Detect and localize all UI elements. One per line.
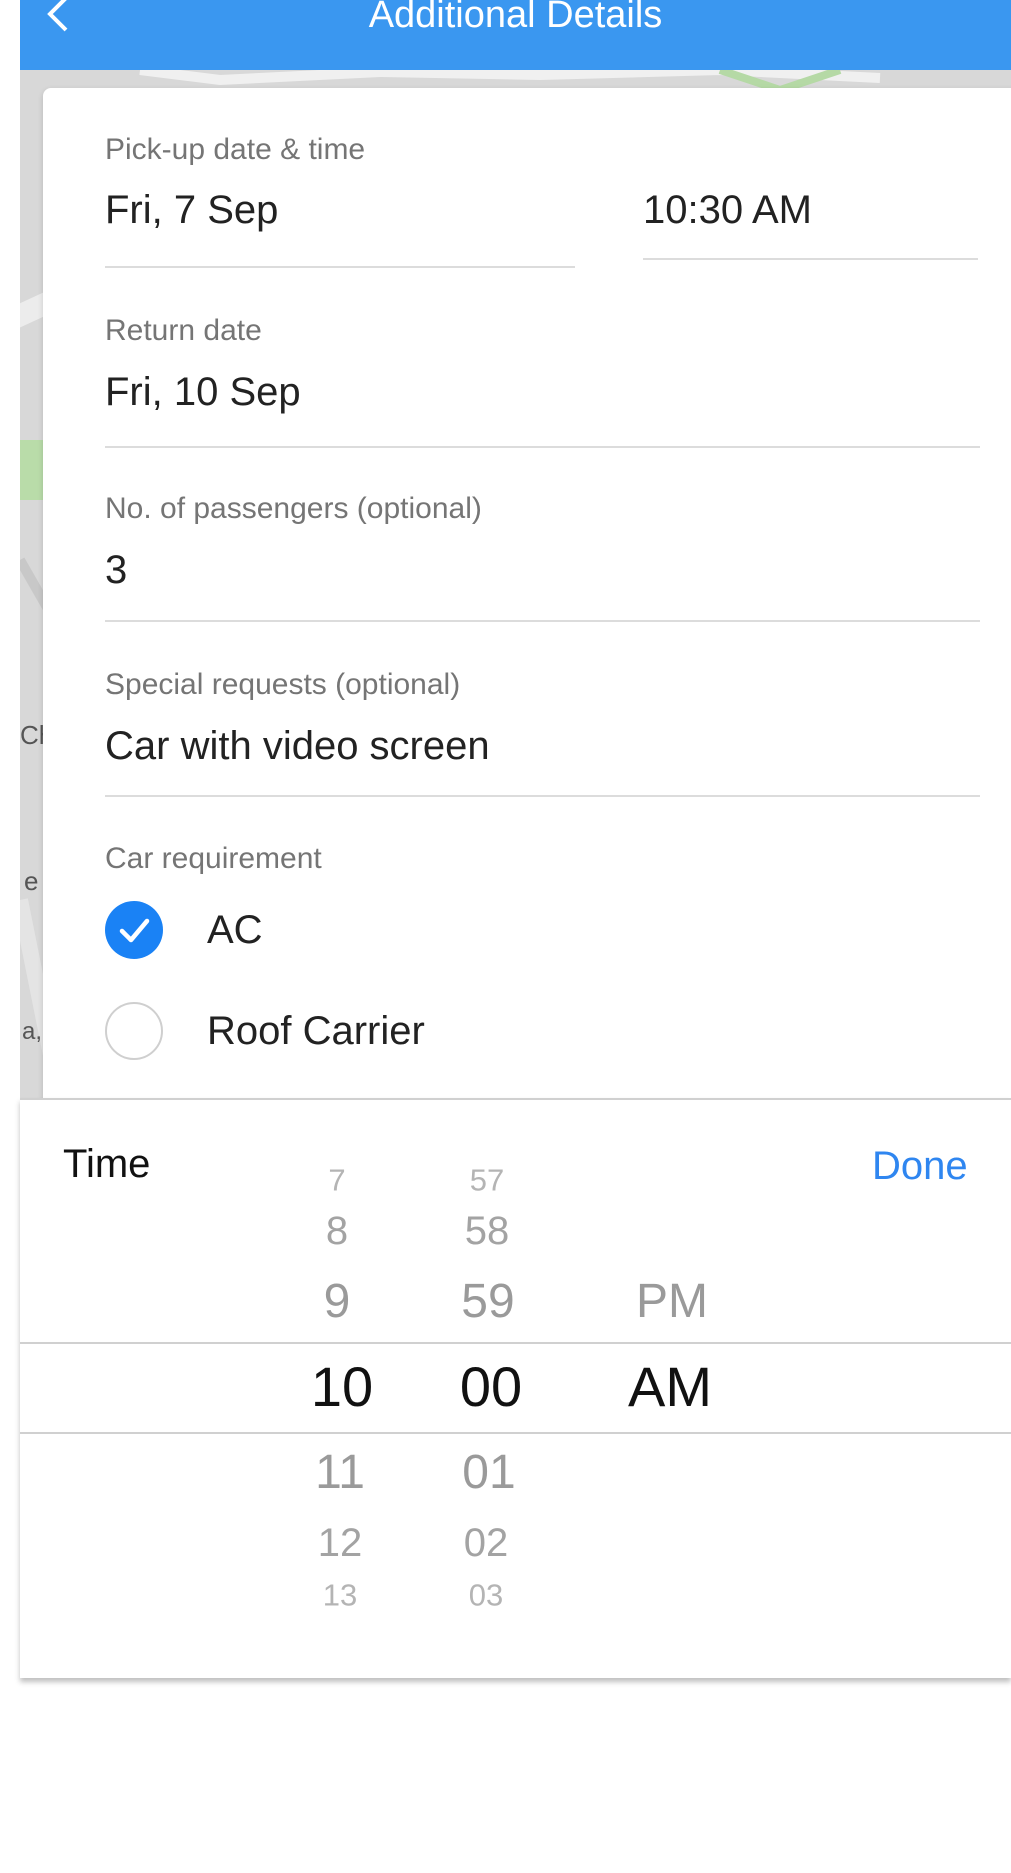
pickup-time-underline	[643, 258, 978, 260]
app-bar: Additional Details	[20, 0, 1011, 70]
passengers-underline	[105, 620, 980, 622]
done-button[interactable]: Done	[872, 1144, 968, 1189]
minute-option[interactable]: 03	[469, 1580, 503, 1611]
period-option-selected[interactable]: AM	[628, 1359, 712, 1415]
hour-option-selected[interactable]: 10	[311, 1359, 373, 1415]
minute-option[interactable]: 58	[465, 1211, 510, 1251]
special-requests-field[interactable]: Car with video screen	[105, 724, 490, 769]
passengers-field[interactable]: 3	[105, 548, 127, 593]
minute-option[interactable]: 02	[464, 1523, 509, 1563]
minute-option[interactable]: 01	[462, 1449, 515, 1497]
checkmark-icon	[119, 918, 150, 943]
hour-option[interactable]: 7	[328, 1165, 345, 1196]
hour-option[interactable]: 9	[324, 1278, 351, 1326]
selection-top-divider	[20, 1342, 1011, 1344]
ac-option-label: AC	[207, 908, 263, 952]
ac-checkbox[interactable]	[105, 901, 163, 959]
return-date-label: Return date	[105, 314, 262, 347]
hour-option[interactable]: 13	[323, 1580, 357, 1611]
return-date-underline	[105, 446, 980, 448]
minute-option[interactable]: 59	[461, 1278, 514, 1326]
map-label: a,	[22, 1018, 43, 1045]
special-requests-underline	[105, 795, 980, 797]
pickup-label: Pick-up date & time	[105, 133, 366, 166]
pickup-date-field[interactable]: Fri, 7 Sep	[105, 188, 278, 233]
time-picker: Time Done 7 8 9 10 11 12 13 57 58 59 00 …	[20, 1098, 1011, 1678]
details-card: Pick-up date & time Fri, 7 Sep 10:30 AM …	[43, 88, 1011, 1128]
hour-option[interactable]: 12	[318, 1523, 363, 1563]
pickup-time-field[interactable]: 10:30 AM	[643, 188, 812, 233]
roof-carrier-checkbox[interactable]	[105, 1002, 163, 1060]
minute-option-selected[interactable]: 00	[460, 1359, 522, 1415]
picker-title: Time	[63, 1142, 151, 1186]
special-requests-label: Special requests (optional)	[105, 668, 461, 701]
hour-option[interactable]: 8	[326, 1211, 348, 1251]
map-label: e	[24, 866, 39, 896]
pickup-date-underline	[105, 266, 575, 268]
page-title: Additional Details	[368, 0, 663, 36]
return-date-field[interactable]: Fri, 10 Sep	[105, 370, 301, 415]
car-requirement-label: Car requirement	[105, 842, 322, 875]
passengers-label: No. of passengers (optional)	[105, 492, 482, 525]
selection-bottom-divider	[20, 1432, 1011, 1434]
screen: Ch e a, Additional Details Pick-up date …	[0, 0, 1011, 1873]
period-option[interactable]: PM	[636, 1278, 708, 1326]
roof-carrier-option-label: Roof Carrier	[207, 1009, 425, 1053]
hour-option[interactable]: 11	[315, 1449, 365, 1497]
minute-option[interactable]: 57	[470, 1165, 504, 1196]
